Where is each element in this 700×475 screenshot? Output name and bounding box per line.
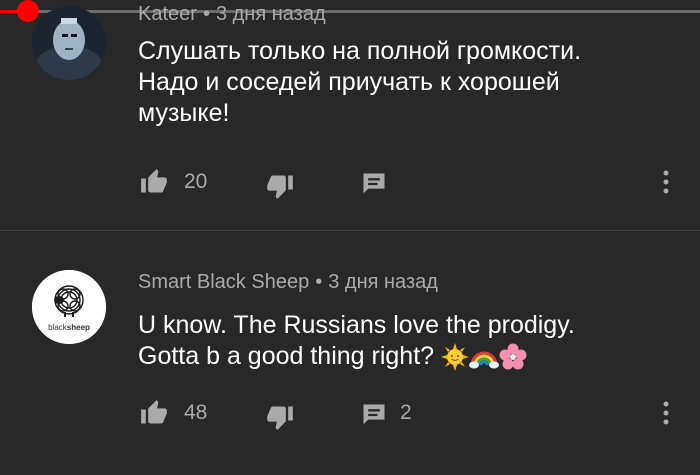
more-options-icon[interactable] [662,168,670,196]
comment-time[interactable]: 3 дня назад [328,271,438,293]
avatar[interactable] [32,6,106,80]
comment-meta: Kateer • 3 дня назад [138,3,326,26]
author-name[interactable]: Smart Black Sheep [138,271,309,293]
avatar-logo-text-bold: sheep [67,323,90,332]
comment-actions: 20 [0,168,700,208]
author-name[interactable]: Kateer [138,3,197,25]
like-button[interactable] [140,168,168,196]
comment-line: Надо и соседей приучать к хорошей [138,68,560,96]
sun-with-face-icon [441,343,469,372]
comment-time[interactable]: 3 дня назад [216,3,326,25]
video-progress-bar[interactable] [0,0,700,22]
comment-line: музыке! [138,99,230,127]
like-button[interactable] [140,399,168,427]
comment-text: U know. The Russians love the prodigy. G… [138,310,658,372]
avatar-logo-text-light: black [48,323,68,332]
progress-scrubber-handle[interactable] [17,0,39,22]
reply-button[interactable] [360,401,388,429]
comment-actions: 48 2 [0,399,700,439]
reply-button[interactable] [360,170,388,198]
comment-line: Gotta b a good thing right? [138,341,658,372]
comment-meta: Smart Black Sheep • 3 дня назад [138,271,438,294]
cherry-blossom-icon [499,343,527,370]
comment-line: U know. The Russians love the prodigy. [138,311,575,339]
dislike-button[interactable] [266,172,294,200]
like-count: 48 [184,401,208,424]
comment-line-text: Gotta b a good thing right? [138,342,435,370]
comment-line: Слушать только на полной громкости. [138,37,582,65]
like-count: 20 [184,170,208,193]
separator-dot: • [202,3,210,25]
separator-dot: • [315,271,323,293]
rainbow-icon [469,351,499,369]
comment-divider [0,230,700,231]
avatar[interactable]: blacksheep [32,270,106,344]
svg-text:blacksheep: blacksheep [48,323,90,332]
reply-count[interactable]: 2 [400,401,412,425]
comment-text: Слушать только на полной громкости. Надо… [138,36,658,129]
more-options-icon[interactable] [662,399,670,427]
dislike-button[interactable] [266,403,294,431]
